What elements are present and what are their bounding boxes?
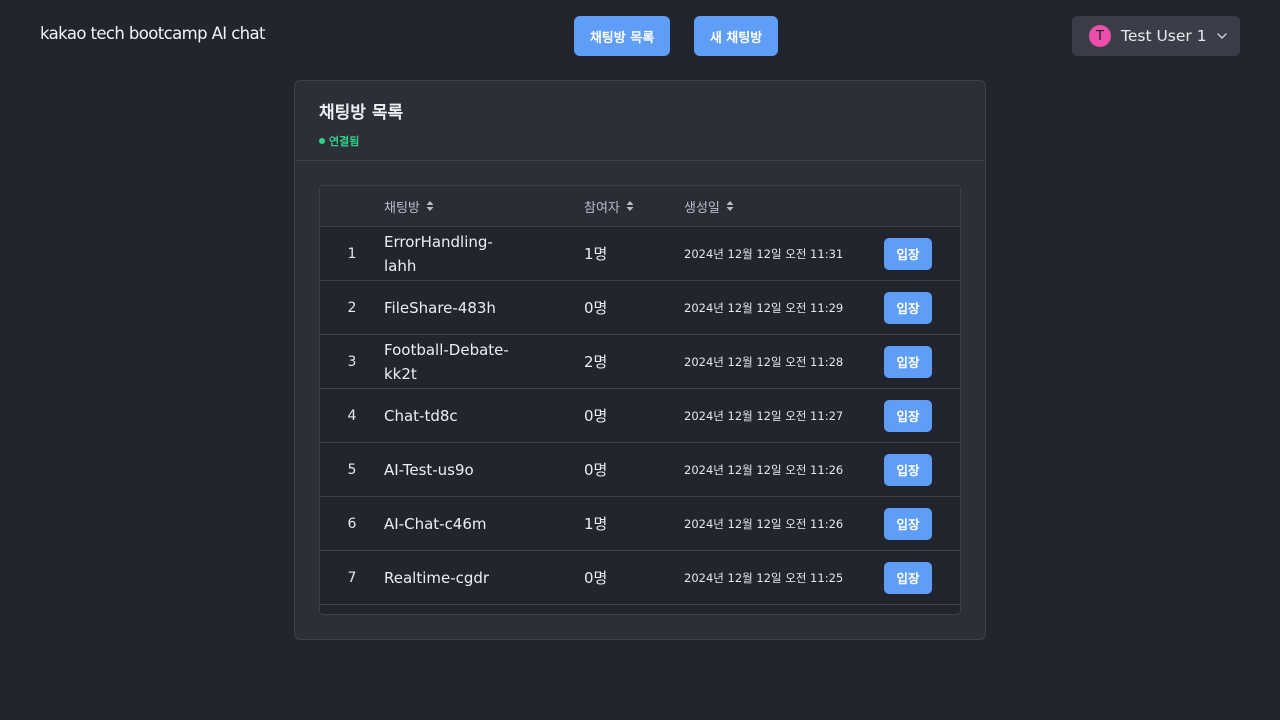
- room-name: Realtime-cgdr: [384, 568, 490, 587]
- column-header-created-label: 생성일: [684, 200, 720, 216]
- table-row: 4 Chat-td8c 0명 2024년 12월 12일 오전 11:27 입장: [320, 389, 960, 443]
- app-logo: kakao tech bootcamp AI chat: [40, 24, 266, 43]
- column-header-room-label: 채팅방: [384, 200, 420, 216]
- column-header-created[interactable]: 생성일: [684, 186, 734, 226]
- row-number: 3: [347, 353, 357, 370]
- column-header-participants[interactable]: 참여자: [584, 186, 634, 226]
- participant-count: 1명: [584, 515, 608, 533]
- room-name: FileShare-483h: [384, 298, 496, 317]
- created-date: 2024년 12월 12일 오전 11:26: [684, 462, 844, 477]
- created-date: 2024년 12월 12일 오전 11:27: [684, 408, 844, 423]
- row-number: 1: [347, 245, 357, 262]
- participant-count: 0명: [584, 569, 608, 587]
- enter-room-button[interactable]: 입장: [884, 291, 932, 324]
- room-name: AI-Test-us9o: [384, 460, 474, 479]
- status-dot-icon: [319, 138, 325, 144]
- sort-icon: [426, 201, 434, 211]
- connection-status: 연결됨: [319, 133, 985, 149]
- row-number: 4: [347, 407, 357, 424]
- table-row: 1 ErrorHandling-lahh 1명 2024년 12월 12일 오전…: [320, 227, 960, 281]
- user-menu-button[interactable]: T Test User 1: [1072, 16, 1240, 56]
- avatar: T: [1089, 25, 1111, 47]
- participant-count: 0명: [584, 299, 608, 317]
- created-date: 2024년 12월 12일 오전 11:26: [684, 516, 844, 531]
- room-name: AI-Chat-c46m: [384, 514, 487, 533]
- table-header: 채팅방 참여자 생성일: [320, 186, 960, 227]
- user-name: Test User 1: [1121, 27, 1207, 45]
- created-date: 2024년 12월 12일 오전 11:28: [684, 354, 844, 369]
- sort-icon: [626, 201, 634, 211]
- table-row: 7 Realtime-cgdr 0명 2024년 12월 12일 오전 11:2…: [320, 551, 960, 605]
- enter-room-button[interactable]: 입장: [884, 345, 932, 378]
- row-number: 5: [347, 461, 357, 478]
- column-header-room[interactable]: 채팅방: [384, 186, 434, 226]
- sort-icon: [726, 201, 734, 211]
- created-date: 2024년 12월 12일 오전 11:29: [684, 300, 844, 315]
- row-number: 2: [347, 299, 357, 316]
- room-name: Football-Debate-kk2t: [384, 340, 509, 383]
- chevron-down-icon: [1216, 33, 1227, 39]
- created-date: 2024년 12월 12일 오전 11:31: [684, 246, 844, 261]
- page-title: 채팅방 목록: [319, 103, 404, 123]
- table-row: 3 Football-Debate-kk2t 2명 2024년 12월 12일 …: [320, 335, 960, 389]
- enter-room-button[interactable]: 입장: [884, 561, 932, 594]
- row-number: 7: [347, 569, 357, 586]
- enter-room-button[interactable]: 입장: [884, 453, 932, 486]
- status-label: 연결됨: [329, 135, 360, 148]
- column-header-participants-label: 참여자: [584, 200, 620, 216]
- enter-room-button[interactable]: 입장: [884, 237, 932, 270]
- card-header: 채팅방 목록 연결됨: [295, 81, 985, 161]
- room-list-card: 채팅방 목록 연결됨 채팅방 참여자 생성일 1 ErrorHandling-l…: [294, 80, 986, 640]
- new-room-button[interactable]: 새 채팅방: [694, 16, 778, 56]
- enter-room-button[interactable]: 입장: [884, 399, 932, 432]
- enter-room-button[interactable]: 입장: [884, 507, 932, 540]
- table-row: 2 FileShare-483h 0명 2024년 12월 12일 오전 11:…: [320, 281, 960, 335]
- participant-count: 2명: [584, 353, 608, 371]
- participant-count: 1명: [584, 245, 608, 263]
- room-name: Chat-td8c: [384, 406, 458, 425]
- row-number: 6: [347, 515, 357, 532]
- table-row: 5 AI-Test-us9o 0명 2024년 12월 12일 오전 11:26…: [320, 443, 960, 497]
- table-row: 6 AI-Chat-c46m 1명 2024년 12월 12일 오전 11:26…: [320, 497, 960, 551]
- room-list-button[interactable]: 채팅방 목록: [574, 16, 670, 56]
- participant-count: 0명: [584, 461, 608, 479]
- created-date: 2024년 12월 12일 오전 11:25: [684, 570, 844, 585]
- room-table: 채팅방 참여자 생성일 1 ErrorHandling-lahh 1명 2024…: [319, 185, 961, 615]
- room-name: ErrorHandling-lahh: [384, 232, 493, 275]
- participant-count: 0명: [584, 407, 608, 425]
